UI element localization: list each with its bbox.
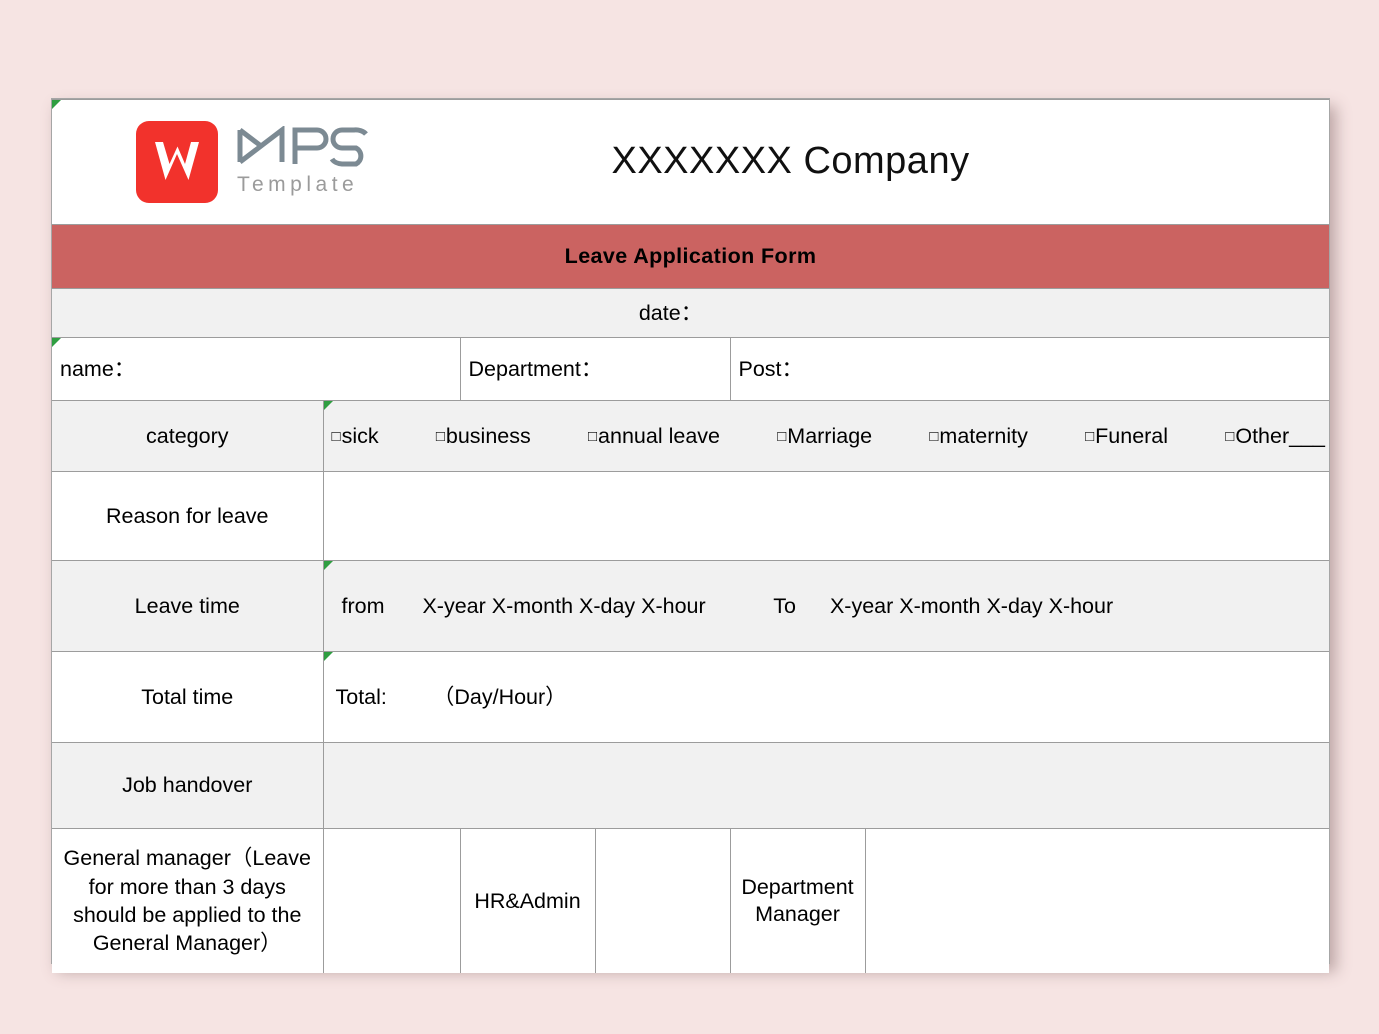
leave-to-label: To (773, 593, 796, 618)
checkbox-label: sick (341, 423, 379, 448)
hr-admin-signature-cell[interactable] (594, 828, 731, 973)
checkbox-icon: □ (1225, 427, 1235, 445)
checkbox-option-marriage[interactable]: □Marriage (777, 423, 872, 450)
total-time-label-cell: Total time (52, 651, 324, 743)
form-title: Leave Application Form (52, 224, 1330, 289)
checkbox-label: Funeral (1095, 423, 1169, 448)
leave-time-range: from X-year X-month X-day X-hour To X-ye… (332, 593, 1322, 620)
checkbox-option-funeral[interactable]: □Funeral (1085, 423, 1168, 450)
department-manager-signature-cell[interactable] (864, 828, 1330, 973)
leave-to-value: X-year X-month X-day X-hour (829, 593, 1114, 618)
leave-time-value-cell[interactable]: from X-year X-month X-day X-hour To X-ye… (322, 560, 1330, 652)
wps-template-label: Template (237, 172, 359, 196)
checkbox-option-maternity[interactable]: □maternity (929, 423, 1027, 450)
checkbox-label: Other___ (1235, 423, 1325, 448)
date-row: date： (52, 288, 1330, 338)
hr-admin-label-cell: HR&Admin (459, 828, 596, 973)
category-options-cell[interactable]: □sick □business □annual leave □Marriage … (322, 400, 1330, 472)
leave-from-label: from (341, 593, 385, 618)
checkbox-icon: □ (331, 427, 341, 445)
post-label: Post： (738, 356, 804, 381)
leave-from-value: X-year X-month X-day X-hour (422, 593, 706, 618)
checkbox-option-annual-leave[interactable]: □annual leave (588, 423, 720, 450)
category-option-list: □sick □business □annual leave □Marriage … (324, 423, 1329, 450)
department-label: Department： (468, 356, 603, 381)
total-time-expression: Total: （Day/Hour） (332, 684, 1322, 711)
header-row: Template XXXXXXX Company (52, 99, 1330, 225)
total-label: Total: (335, 684, 387, 709)
identity-row: name： Department： Post： (52, 337, 1330, 401)
job-handover-row: Job handover (52, 742, 1330, 829)
leave-time-row: Leave time from X-year X-month X-day X-h… (52, 560, 1330, 652)
general-manager-label-cell: General manager（Leave for more than 3 da… (52, 828, 324, 973)
checkbox-label: annual leave (598, 423, 720, 448)
checkbox-icon: □ (929, 427, 939, 445)
checkbox-icon: □ (587, 427, 598, 445)
date-label: date： (638, 300, 703, 325)
header-cell: Template XXXXXXX Company (52, 99, 1330, 225)
checkbox-option-other[interactable]: □Other___ (1225, 423, 1325, 450)
checkbox-label: business (445, 423, 531, 448)
leave-application-table: Template XXXXXXX Company Leave Applicati… (52, 99, 1330, 973)
total-time-value-cell[interactable]: Total: （Day/Hour） (322, 651, 1330, 743)
comment-marker-icon (324, 561, 333, 570)
name-label: name： (60, 356, 136, 381)
date-cell[interactable]: date： (52, 288, 1330, 338)
wps-logo-icon (136, 121, 218, 203)
job-handover-label-cell: Job handover (52, 742, 324, 829)
checkbox-label: maternity (939, 423, 1028, 448)
document-sheet: Template XXXXXXX Company Leave Applicati… (51, 98, 1330, 973)
total-unit-note: （Day/Hour） (432, 684, 567, 709)
general-manager-label: General manager（Leave for more than 3 da… (63, 846, 311, 956)
department-manager-label-cell: Department Manager (729, 828, 866, 973)
comment-marker-icon (324, 401, 333, 410)
checkbox-label: Marriage (787, 423, 873, 448)
checkbox-icon: □ (435, 427, 445, 445)
reason-input-cell[interactable] (322, 471, 1330, 561)
company-title: XXXXXXX Company (611, 140, 970, 183)
job-handover-input-cell[interactable] (322, 742, 1330, 829)
title-bar-row: Leave Application Form (52, 224, 1330, 289)
checkbox-icon: □ (777, 427, 787, 445)
category-row: category □sick □business □annual leave □… (52, 400, 1330, 472)
name-field[interactable]: name： (52, 337, 461, 401)
reason-row: Reason for leave (52, 471, 1330, 561)
post-field[interactable]: Post： (729, 337, 1330, 401)
leave-time-label-cell: Leave time (52, 560, 324, 652)
category-label-cell: category (52, 400, 324, 472)
approval-row: General manager（Leave for more than 3 da… (52, 828, 1330, 973)
comment-marker-icon (324, 652, 333, 661)
reason-label-cell: Reason for leave (52, 471, 324, 561)
checkbox-option-business[interactable]: □business (436, 423, 531, 450)
total-time-row: Total time Total: （Day/Hour） (52, 651, 1330, 743)
checkbox-option-sick[interactable]: □sick (332, 423, 379, 450)
general-manager-signature-cell[interactable] (322, 828, 461, 973)
wps-wordmark: Template (237, 125, 370, 198)
department-field[interactable]: Department： (459, 337, 731, 401)
wps-brand-text (237, 125, 370, 168)
comment-marker-icon (52, 338, 61, 347)
checkbox-icon: □ (1085, 427, 1095, 445)
